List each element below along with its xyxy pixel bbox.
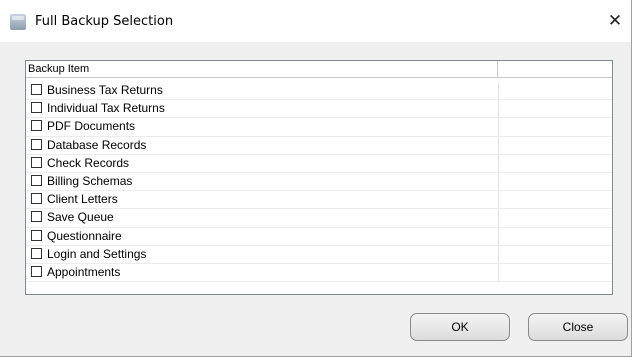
list-item-label: Database Records: [47, 137, 147, 152]
checkbox[interactable]: [31, 211, 42, 223]
list-item[interactable]: Check Records: [26, 154, 612, 173]
list-item[interactable]: Login and Settings: [26, 245, 612, 264]
list-item[interactable]: Billing Schemas: [26, 172, 612, 192]
list-item[interactable]: Business Tax Returns: [26, 82, 612, 101]
list-item-label: Business Tax Returns: [47, 83, 163, 97]
dialog-window: Full Backup Selection ✕ Backup Item Busi…: [0, 0, 632, 357]
list-item-label: Save Queue: [47, 210, 114, 225]
checkbox[interactable]: [31, 138, 42, 150]
window-title: Full Backup Selection: [35, 14, 174, 29]
checkbox[interactable]: [31, 174, 42, 186]
list-item[interactable]: Individual Tax Returns: [26, 100, 612, 119]
list-header: Backup Item: [26, 61, 612, 78]
close-button[interactable]: Close: [528, 313, 628, 341]
list-item-label: Individual Tax Returns: [47, 101, 165, 116]
column-header-empty[interactable]: [498, 61, 612, 77]
ok-button[interactable]: OK: [410, 313, 510, 341]
checkbox[interactable]: [31, 247, 42, 259]
checkbox[interactable]: [31, 193, 42, 205]
list-rows: Business Tax Returns Individual Tax Retu…: [26, 82, 612, 283]
title-bar: Full Backup Selection ✕: [0, 0, 631, 42]
list-item-label: Login and Settings: [47, 246, 147, 261]
list-item[interactable]: Client Letters: [26, 191, 612, 210]
checkbox[interactable]: [31, 156, 42, 168]
list-item[interactable]: Questionnaire: [26, 227, 612, 246]
list-item[interactable]: Database Records: [26, 136, 612, 155]
list-item[interactable]: PDF Documents: [26, 118, 612, 137]
list-item[interactable]: Save Queue: [26, 209, 612, 228]
list-item-label: Questionnaire: [47, 228, 122, 243]
list-item-label: Appointments: [47, 264, 121, 279]
backup-items-list: Backup Item Business Tax Returns Individ…: [25, 60, 613, 295]
list-item[interactable]: Appointments: [26, 263, 612, 283]
list-item-label: PDF Documents: [47, 119, 136, 134]
checkbox[interactable]: [31, 120, 42, 132]
checkbox[interactable]: [31, 102, 42, 114]
close-icon[interactable]: ✕: [601, 7, 629, 35]
checkbox[interactable]: [31, 229, 42, 241]
checkbox[interactable]: [31, 265, 42, 277]
column-header-backup-item[interactable]: Backup Item: [26, 61, 498, 77]
list-item-label: Client Letters: [47, 192, 118, 207]
list-item-label: Check Records: [47, 155, 130, 170]
checkbox[interactable]: [31, 84, 42, 95]
app-icon: [10, 14, 26, 30]
list-item-label: Billing Schemas: [47, 173, 133, 188]
